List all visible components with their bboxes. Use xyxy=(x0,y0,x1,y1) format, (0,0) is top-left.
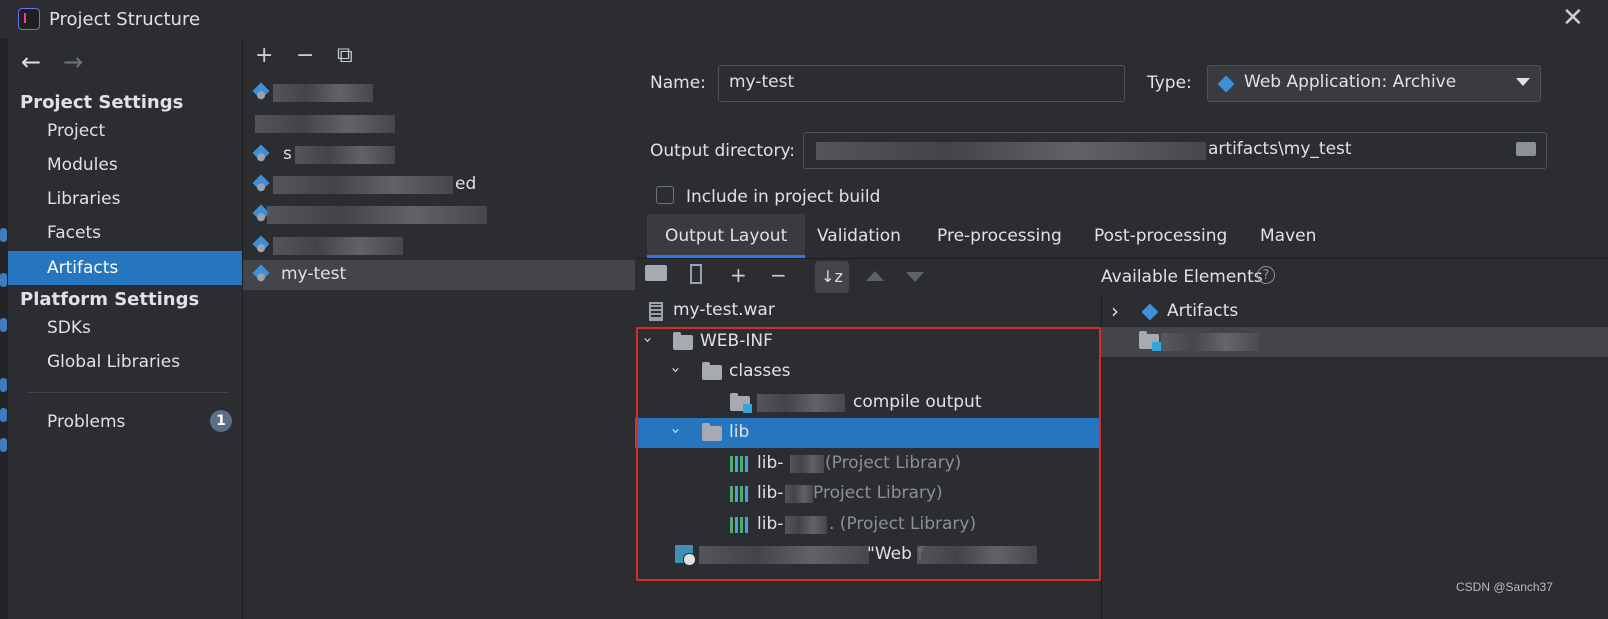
artifact-details-panel: Name: my-test Type: Web Application: Arc… xyxy=(635,38,1608,619)
web-artifact-icon xyxy=(252,235,270,253)
background-window-edge xyxy=(0,38,8,619)
remove-element-icon[interactable]: − xyxy=(770,263,787,287)
web-artifact-icon xyxy=(252,174,270,192)
artifact-label: ed xyxy=(455,174,477,194)
artifact-list-item[interactable] xyxy=(243,200,635,230)
type-dropdown[interactable]: Web Application: Archive xyxy=(1207,65,1541,102)
redacted-module-name xyxy=(1161,333,1259,351)
chevron-down-icon xyxy=(1516,78,1530,86)
available-elements-title: Available Elements xyxy=(1101,267,1263,287)
web-artifact-icon xyxy=(252,82,270,100)
edge-marker xyxy=(0,408,7,422)
tab-output-layout[interactable]: Output Layout xyxy=(647,214,806,258)
sort-elements-button[interactable]: ↓z xyxy=(815,261,849,293)
type-value: Web Application: Archive xyxy=(1244,72,1457,92)
tab-post-processing[interactable]: Post-processing xyxy=(1076,214,1245,258)
move-up-icon[interactable] xyxy=(866,271,884,281)
redacted-label xyxy=(255,115,395,133)
web-artifact-icon xyxy=(252,144,270,162)
create-archive-icon[interactable] xyxy=(690,264,702,284)
chevron-right-icon[interactable]: › xyxy=(1111,299,1119,323)
redacted-label xyxy=(295,146,395,164)
window-title: Project Structure xyxy=(49,9,201,30)
artifacts-icon xyxy=(1141,303,1159,321)
redacted-label xyxy=(273,84,373,102)
title-bar: Project Structure ✕ xyxy=(0,0,1608,38)
edge-marker xyxy=(0,273,7,287)
include-build-label: Include in project build xyxy=(686,187,881,207)
output-directory-value: artifacts\my_test xyxy=(1208,139,1352,159)
name-label: Name: xyxy=(650,73,706,93)
tree-node-module[interactable] xyxy=(1101,327,1608,357)
sidebar-item-facets[interactable]: Facets xyxy=(8,216,242,250)
add-artifact-button[interactable]: + xyxy=(255,43,273,68)
tree-node-war[interactable]: my-test.war xyxy=(635,296,1101,326)
edge-marker xyxy=(0,228,7,242)
redacted-path xyxy=(816,142,1206,160)
name-field[interactable]: my-test xyxy=(718,65,1125,102)
module-icon xyxy=(1139,331,1161,351)
create-directory-icon[interactable] xyxy=(645,265,667,281)
edge-marker xyxy=(0,438,7,452)
sidebar-item-problems[interactable]: Problems xyxy=(8,405,242,439)
tab-pre-processing[interactable]: Pre-processing xyxy=(919,214,1080,258)
tab-bar: Output Layout Validation Pre-processing … xyxy=(635,214,1608,259)
sidebar-item-modules[interactable]: Modules xyxy=(8,148,242,182)
remove-artifact-button[interactable]: − xyxy=(296,43,314,68)
artifact-list-item-selected[interactable]: my-test xyxy=(243,260,635,290)
tab-validation[interactable]: Validation xyxy=(799,214,919,258)
watermark: CSDN @Sanch37 xyxy=(1456,580,1553,594)
web-archive-icon xyxy=(1217,75,1235,93)
name-value: my-test xyxy=(729,72,795,92)
add-element-icon[interactable]: + xyxy=(730,263,747,287)
move-down-icon[interactable] xyxy=(906,272,924,282)
sidebar-item-sdks[interactable]: SDKs xyxy=(8,311,242,345)
project-settings-heading: Project Settings xyxy=(20,92,184,113)
folder-open-icon[interactable] xyxy=(1516,142,1536,156)
copy-artifact-button[interactable]: ⧉ xyxy=(337,43,353,68)
output-directory-label: Output directory: xyxy=(650,141,795,161)
artifact-label: s xyxy=(283,144,292,164)
artifact-list-item[interactable]: s xyxy=(243,140,635,170)
artifact-list-panel: + − ⧉ s ed my-test xyxy=(242,38,636,619)
red-highlight-annotation xyxy=(636,327,1101,581)
artifact-list-item[interactable] xyxy=(243,231,635,261)
war-archive-icon xyxy=(649,302,663,321)
include-build-checkbox[interactable] xyxy=(656,186,674,204)
problems-count-badge: 1 xyxy=(210,410,232,432)
tree-node-artifacts[interactable]: › Artifacts xyxy=(1101,297,1608,327)
platform-settings-heading: Platform Settings xyxy=(20,289,200,310)
artifact-list-item[interactable] xyxy=(243,78,635,108)
sidebar-item-artifacts[interactable]: Artifacts xyxy=(8,251,242,285)
tree-node-label: my-test.war xyxy=(673,300,775,320)
close-icon[interactable]: ✕ xyxy=(1562,3,1584,33)
back-arrow-icon[interactable]: ← xyxy=(21,48,41,76)
web-artifact-icon xyxy=(252,264,270,282)
redacted-label xyxy=(267,206,487,224)
sidebar-divider xyxy=(28,392,228,393)
output-directory-field[interactable]: artifacts\my_test xyxy=(803,132,1547,169)
tab-maven[interactable]: Maven xyxy=(1242,214,1334,258)
sidebar-item-global-libraries[interactable]: Global Libraries xyxy=(8,345,242,379)
sidebar-item-project[interactable]: Project xyxy=(8,114,242,148)
edge-marker xyxy=(0,318,7,332)
edge-marker xyxy=(0,378,7,392)
output-layout-toolbar: + − ↓z xyxy=(635,259,1099,295)
artifact-list-item[interactable]: ed xyxy=(243,170,635,200)
forward-arrow-icon[interactable]: → xyxy=(63,48,83,76)
type-label: Type: xyxy=(1147,73,1192,93)
redacted-label xyxy=(273,176,453,194)
tree-node-label: Artifacts xyxy=(1167,301,1239,321)
sidebar-item-libraries[interactable]: Libraries xyxy=(8,182,242,216)
available-elements-panel: Available Elements ? › Artifacts xyxy=(1101,259,1608,619)
help-icon[interactable]: ? xyxy=(1257,266,1275,284)
settings-sidebar: ← → Project Settings Project Modules Lib… xyxy=(8,38,242,619)
redacted-label xyxy=(273,237,403,255)
intellij-app-icon xyxy=(18,8,40,30)
artifact-list-item[interactable] xyxy=(243,109,635,139)
artifact-label: my-test xyxy=(281,264,347,284)
